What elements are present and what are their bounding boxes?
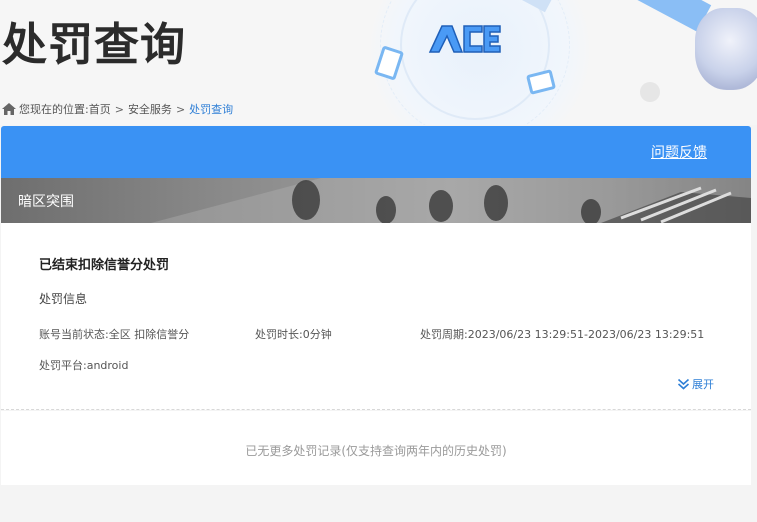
header-decoration-stripe [608, 0, 712, 32]
breadcrumb-item-home[interactable]: 首页 [89, 101, 111, 117]
penalty-record-card: 已结束扣除信誉分处罚 处罚信息 账号当前状态:全区 扣除信誉分 处罚时长:0分钟… [1, 223, 751, 410]
breadcrumb-item-security[interactable]: 安全服务 [128, 101, 172, 117]
penalty-duration: 处罚时长:0分钟 [255, 328, 332, 341]
breadcrumb-separator: > [175, 102, 186, 116]
page-title: 处罚查询 [2, 18, 187, 71]
breadcrumb-separator: > [114, 102, 124, 116]
expand-chevron-icon [677, 378, 690, 390]
expand-button[interactable]: 展开 [677, 376, 714, 392]
character-illustration [695, 8, 757, 90]
account-status: 账号当前状态:全区 扣除信誉分 [39, 328, 190, 341]
game-banner: 暗区突围 [1, 178, 751, 223]
penalty-platform: 处罚平台:android [39, 359, 129, 372]
game-name: 暗区突围 [18, 194, 74, 210]
breadcrumb-prefix: 您现在的位置: [19, 103, 89, 116]
ace-logo [428, 25, 501, 53]
banner-artwork [151, 178, 751, 223]
penalty-info-heading: 处罚信息 [39, 292, 88, 306]
breadcrumb-current: 处罚查询 [189, 103, 234, 116]
expand-label: 展开 [692, 378, 714, 391]
no-more-records-note: 已无更多处罚记录(仅支持查询两年内的历史处罚) [245, 444, 507, 458]
action-bar: 问题反馈 [1, 126, 751, 178]
home-icon [2, 103, 16, 115]
penalty-period: 处罚周期:2023/06/23 13:29:51-2023/06/23 13:2… [420, 328, 705, 341]
header-decoration-dot [640, 82, 660, 102]
penalty-status-title: 已结束扣除信誉分处罚 [39, 258, 170, 273]
feedback-link[interactable]: 问题反馈 [651, 142, 707, 162]
records-footer: 已无更多处罚记录(仅支持查询两年内的历史处罚) [1, 411, 751, 485]
breadcrumb: 您现在的位置: 首页 > 安全服务 > 处罚查询 [2, 100, 233, 118]
page: 处罚查询 您现在的位置: 首页 > 安全服务 > 处罚查询 问题反馈 暗区突围 [0, 0, 757, 522]
